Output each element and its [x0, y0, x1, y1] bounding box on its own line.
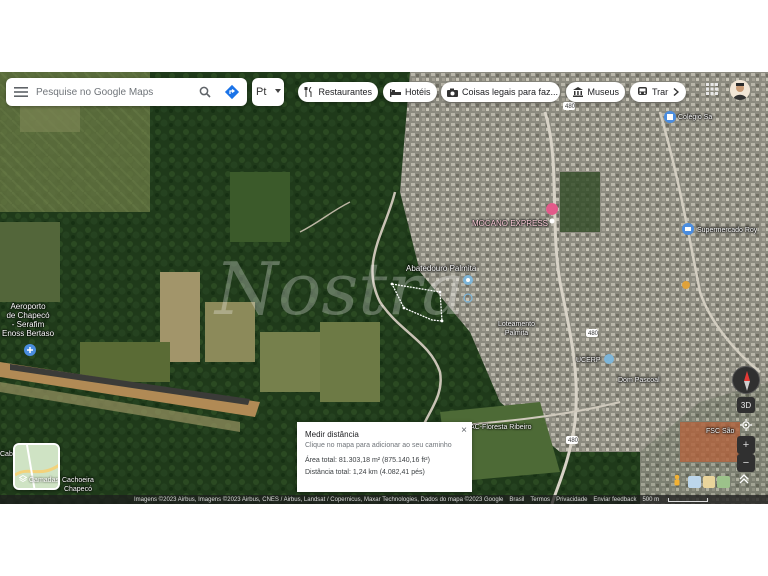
- compass-icon[interactable]: [732, 366, 760, 394]
- dom-pascoal-label: Dom Pascoal: [618, 377, 660, 384]
- expand-icon[interactable]: [739, 474, 753, 488]
- feedback-link[interactable]: Enviar feedback: [593, 497, 636, 503]
- layer-thumb-satellite[interactable]: [717, 476, 731, 488]
- fsc-label: FSC São: [706, 428, 735, 435]
- language-label: Pt: [256, 86, 267, 98]
- train-icon: [636, 86, 648, 98]
- mini-layer-switcher[interactable]: [688, 476, 731, 488]
- chip-hotels[interactable]: Hotéis: [383, 82, 437, 102]
- layers-icon: [18, 474, 28, 485]
- route-480-b-label: 480: [588, 331, 599, 337]
- layers-button[interactable]: Camadas: [13, 443, 60, 490]
- route-480-c-label: 480: [568, 438, 579, 444]
- avatar[interactable]: [730, 80, 750, 100]
- bed-icon: [389, 86, 401, 98]
- airport-pin[interactable]: [24, 344, 36, 356]
- 3d-button[interactable]: 3D: [737, 397, 755, 413]
- colegio-label[interactable]: Colégio Sa: [678, 113, 712, 122]
- ucerp-pin[interactable]: [604, 354, 614, 364]
- chip-label: Museus: [587, 87, 619, 97]
- supermarket-label[interactable]: Supermercado Roy: [697, 226, 757, 235]
- zoom-in-button[interactable]: +: [737, 436, 755, 454]
- language-button[interactable]: Pt: [252, 78, 284, 106]
- measure-title: Medir distância: [305, 430, 359, 439]
- loteamento-label: Loteamento Palmita: [498, 321, 535, 337]
- footer-bar: Imagens ©2023 Airbus, Imagens ©2023 Airb…: [0, 495, 768, 504]
- airport-label[interactable]: Aeroporto de Chapecó - Serafim Enoss Ber…: [2, 302, 54, 338]
- cachoeira-label: Cachoeira Chapecó: [62, 477, 94, 493]
- apps-grid-icon[interactable]: [705, 82, 721, 98]
- imagery-credits: Imagens ©2023 Airbus, Imagens ©2023 Airb…: [134, 496, 504, 503]
- chip-restaurants[interactable]: Restaurantes: [298, 82, 378, 102]
- page: Nostra Aeroporto de Chapecó - Serafim En…: [0, 0, 768, 576]
- layer-thumb-terrain[interactable]: [702, 476, 716, 488]
- layers-label-row: Camadas: [18, 474, 59, 485]
- supermarket-pin[interactable]: [682, 223, 694, 235]
- abatedouro-label[interactable]: Abatedouro Palmita: [406, 264, 476, 273]
- chevron-right-icon[interactable]: [668, 84, 684, 100]
- pegman-yellow-map: [682, 281, 690, 289]
- mocano-label[interactable]: MOCANO EXPRESS: [472, 219, 548, 228]
- abatedouro-pin[interactable]: [463, 275, 473, 285]
- layer-thumb-transit[interactable]: [688, 476, 701, 488]
- search-icon[interactable]: [193, 78, 217, 106]
- museum-icon: [572, 86, 583, 98]
- measure-area: Área total: 81.303,18 m² (875.140,16 ft²…: [305, 457, 430, 464]
- country-link[interactable]: Brasil: [509, 497, 524, 503]
- directions-icon[interactable]: [217, 78, 247, 106]
- scale-bar[interactable]: 500 m: [642, 497, 714, 503]
- school-pin[interactable]: [664, 111, 676, 123]
- measure-distance: Distância total: 1,24 km (4.082,41 pés): [305, 469, 425, 476]
- chip-label: Coisas legais para faz...: [462, 87, 559, 97]
- camera-icon: [447, 86, 458, 98]
- ac-ribeiro-label: AC-Floresta Ribeiro: [470, 424, 532, 431]
- ucerp-label[interactable]: UCERP: [576, 356, 601, 365]
- measure-distance-panel: × Medir distância Clique no mapa para ad…: [297, 422, 472, 492]
- scale-line: [668, 497, 709, 502]
- layers-label: Camadas: [29, 476, 59, 484]
- route-480-a-label: 480: [565, 104, 576, 110]
- chip-label: Restaurantes: [318, 87, 372, 97]
- chip-museums[interactable]: Museus: [566, 82, 625, 102]
- chevron-down-icon: [275, 89, 281, 93]
- fork-knife-icon: [304, 86, 314, 98]
- watermark: Nostra: [213, 247, 465, 331]
- terms-link[interactable]: Termos: [530, 497, 550, 503]
- pegman-icon[interactable]: [670, 474, 684, 488]
- zoom-out-button[interactable]: −: [737, 454, 755, 472]
- close-icon[interactable]: ×: [461, 425, 467, 436]
- chip-label: Hotéis: [405, 87, 431, 97]
- my-location-icon[interactable]: [737, 416, 755, 434]
- privacy-link[interactable]: Privacidade: [556, 497, 587, 503]
- measure-subtitle: Clique no mapa para adicionar ao seu cam…: [305, 442, 452, 449]
- search-box: Pesquise no Google Maps: [6, 78, 247, 106]
- search-input[interactable]: Pesquise no Google Maps: [36, 87, 193, 98]
- menu-icon[interactable]: [6, 78, 36, 106]
- cabeceira-label: Cab: [0, 451, 13, 458]
- scale-label: 500 m: [642, 496, 660, 503]
- chip-things-to-do[interactable]: Coisas legais para faz...: [441, 82, 560, 102]
